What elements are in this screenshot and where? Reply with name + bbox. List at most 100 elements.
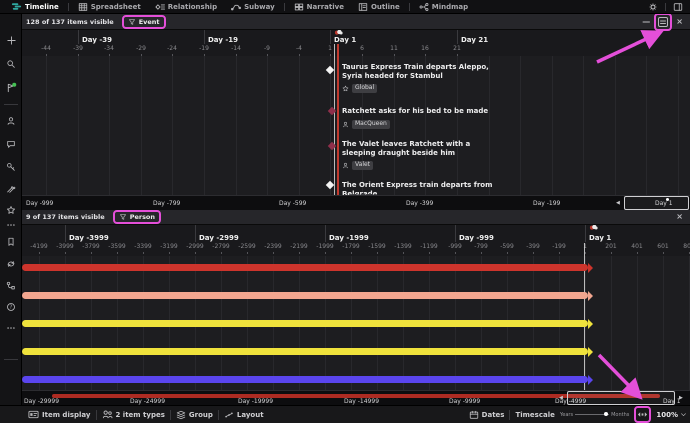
sidebar-help-button[interactable]: ? [0,299,22,315]
more-icon [6,323,16,333]
divider [4,104,18,105]
sidebar-comments-button[interactable] [0,136,22,152]
tab-relationship[interactable]: Relationship [148,0,224,13]
bottom-minimap-viewport[interactable] [567,391,675,405]
minimap-day-label: Day -199 [533,200,560,207]
sidebar-flow-button[interactable] [0,278,22,294]
dates-button[interactable]: Dates [469,410,505,420]
event-tags: Global [342,84,377,93]
sidebar-sync-button[interactable] [0,256,22,272]
timescale-slider[interactable]: Years Months [560,412,629,418]
event-diamond-marker [326,181,334,189]
settings-button[interactable] [647,1,659,13]
axis-tick-label: -29 [128,45,154,52]
scroll-left-arrow[interactable]: ◀ [559,395,563,401]
tag-badge: Global [352,84,377,93]
group-button[interactable]: Group [176,410,213,420]
filter-chip-label: Person [130,213,155,221]
axis-tick-label: -3999 [52,243,78,250]
axis-tick-label: -399 [520,243,546,250]
axis-tick-mark [204,54,205,56]
item-types-button[interactable]: 2 item types [102,409,165,420]
scroll-right-arrow[interactable]: ▶ [679,395,683,401]
tab-narrative[interactable]: Narrative [287,0,351,13]
sidebar-props-button[interactable] [0,181,22,197]
sidebar-filter-button[interactable] [0,79,22,95]
sidebar-search-button[interactable] [0,56,22,72]
axis-tick-label: -3599 [104,243,130,250]
axis-tick-label: -2599 [234,243,260,250]
collapse-panel-button[interactable]: — [641,17,651,27]
person-icon [342,121,349,128]
top-minimap-viewport[interactable] [624,196,689,210]
person-lifespan-bar[interactable] [22,376,588,383]
zoom-level: 100% [656,411,678,419]
key-icon [6,162,16,172]
fit-timescale-button[interactable] [634,406,651,423]
axis-tick-label: 601 [650,243,676,250]
gridline [46,56,47,195]
tab-label: Mindmap [432,3,468,11]
minimap-day-label: Day -29999 [24,398,59,405]
sidebar-add-button[interactable] [0,32,22,48]
panel-toggle-button[interactable] [672,1,684,13]
sidebar-bookmarks-button[interactable] [0,234,22,250]
axis-tick-mark [141,54,142,56]
axis-tick-label: 21 [444,45,470,52]
sidebar-more-top-button[interactable] [0,217,22,233]
top-timeline-scrollbar[interactable]: Day -999Day -799Day -599Day -399Day -199… [22,195,690,210]
sidebar-favorites-button[interactable] [0,202,22,218]
minimap-day-label: Day -999 [26,200,53,207]
bar-arrow-end [588,319,593,329]
gridline [236,56,237,195]
slider-track[interactable] [575,414,609,415]
tab-spreadsheet[interactable]: Spreadsheet [71,0,148,13]
top-panel-controls: — × [641,13,686,31]
timescale-label: Timescale [515,411,554,419]
axis-tick-label: -2399 [260,243,286,250]
axis-tick-label: 401 [624,243,650,250]
zoom-control[interactable]: 100% [656,411,687,419]
axis-tick-label: 201 [598,243,624,250]
layout-icon [224,410,234,420]
person-lifespan-bar[interactable] [22,292,588,299]
person-lifespan-bar[interactable] [22,348,588,355]
axis-tick-mark [299,54,300,56]
minimap-day-label: Day -599 [279,200,306,207]
person-lifespan-bar[interactable] [22,264,588,271]
calendar-icon [469,410,479,420]
funnel-icon [119,213,127,221]
axis-tick-label: -1799 [338,243,364,250]
divider [170,410,171,420]
tab-label: Relationship [168,3,217,11]
tab-subway[interactable]: Subway [224,0,282,13]
cloud-marker-icon [334,29,343,38]
tab-timeline[interactable]: Timeline [4,0,66,13]
sidebar-people-button[interactable] [0,113,22,129]
gridline [141,56,142,195]
slider-thumb[interactable] [604,412,608,416]
scroll-left-arrow[interactable]: ◀ [616,200,620,206]
layout-button[interactable]: Layout [224,410,264,420]
gridline [583,56,584,195]
close-panel-button[interactable]: × [675,17,684,27]
sidebar-keys-button[interactable] [0,159,22,175]
tab-mindmap[interactable]: Mindmap [412,0,475,13]
axis-tick-label: -4 [286,45,312,52]
person-filter-chip[interactable]: Person [113,210,161,224]
left-sidebar: ? [0,14,22,405]
person-lifespan-bar[interactable] [22,320,588,327]
axis-tick-mark [533,252,534,254]
tab-outline[interactable]: Outline [351,0,407,13]
axis-tick-mark [481,252,482,254]
event-filter-chip[interactable]: Event [122,15,166,29]
event-title: The Valet leaves Ratchett with a sleepin… [342,140,502,158]
bar-arrow-end [588,375,593,385]
bottom-timeline-scrollbar[interactable]: Day -29999Day -24999Day -19999Day -14999… [22,390,690,405]
axis-tick-label: -599 [494,243,520,250]
sidebar-more-bottom-button[interactable] [0,320,22,336]
axis-day-label: Day 1 [330,30,356,44]
split-view-button[interactable] [654,13,672,31]
close-panel-button[interactable]: × [675,212,684,222]
item-display-button[interactable]: Item display [28,409,91,420]
